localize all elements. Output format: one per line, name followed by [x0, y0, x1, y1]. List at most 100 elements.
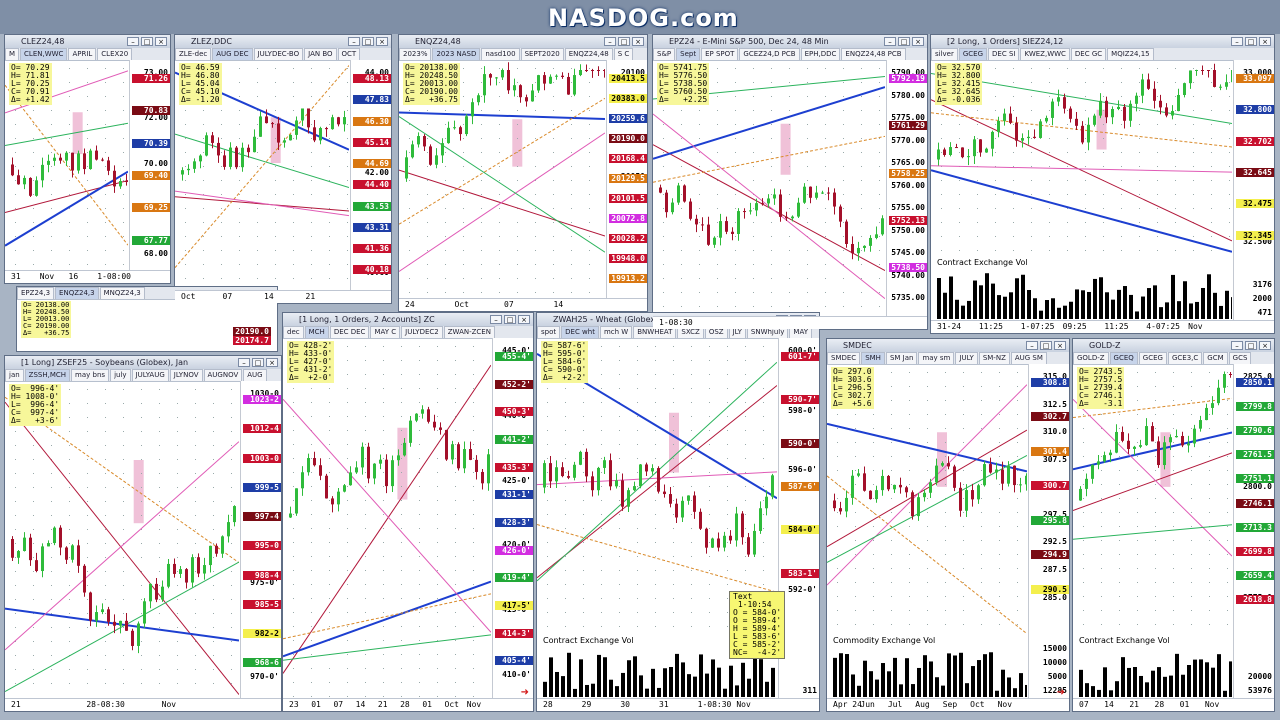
close-button[interactable]: × — [912, 37, 924, 46]
grid-dot — [681, 180, 682, 181]
chart-window-wheat[interactable]: ZWAH25 - Wheat (Globex), Mar 25, 48 Min–… — [536, 312, 820, 712]
close-button[interactable]: × — [1054, 341, 1066, 350]
maximize-button[interactable]: □ — [1245, 341, 1257, 350]
minimize-button[interactable]: – — [238, 358, 250, 367]
time-axis[interactable]: 23 01 07 14 21 28 01 Oct Nov — [283, 698, 533, 711]
chart-window-crude-oil[interactable]: CLEZ24,48– □ × M CLEN,WWC APRIL CLEX20 O= 70.29… — [4, 34, 171, 284]
scroll-right-arrow[interactable]: ➜ — [1057, 687, 1065, 698]
maximize-button[interactable]: □ — [618, 37, 630, 46]
grid-dot — [1193, 82, 1194, 83]
price-scale[interactable]: 20100200502000020413.520383.020259.62019… — [606, 60, 647, 299]
grid-dot — [565, 584, 566, 585]
close-button[interactable]: × — [155, 37, 167, 46]
chart-window-corn[interactable]: [1 Long, 1 Orders, 2 Accounts] ZC – □ × dec M… — [282, 312, 534, 712]
close-button[interactable]: × — [518, 315, 530, 324]
grid-dot — [1211, 208, 1212, 209]
grid-dot — [981, 386, 982, 387]
grid-dot — [1173, 526, 1174, 527]
minimize-button[interactable]: – — [490, 315, 502, 324]
price-scale[interactable]: 2825.02800.02775.02850.12799.82790.62761… — [1233, 364, 1274, 699]
grid-dot — [1049, 138, 1050, 139]
mini-tab-1[interactable]: ENQZ24,3 — [55, 287, 99, 299]
time-axis[interactable]: 31-24 11:25 1-07:25 09:25 11:25 4-07:25 Nov — [931, 320, 1274, 333]
grid-dot — [409, 152, 410, 153]
price-scale[interactable]: 445-0'440-0'425-0'420-0'415-0'410-0'455-… — [492, 338, 533, 699]
price-scale[interactable]: 73.0072.0070.0069.0068.0071.2670.8370.39… — [129, 60, 170, 271]
grid-dot — [941, 222, 942, 223]
grid-dot — [807, 166, 808, 167]
time-axis[interactable]: 31 Nov 16 1-08:00 — [5, 270, 170, 283]
grid-dot — [87, 180, 88, 181]
time-axis[interactable]: Apr 24 Jun Jul Aug Sep Oct Nov — [827, 698, 1069, 711]
minimize-button[interactable]: – — [127, 37, 139, 46]
mini-tab-2[interactable]: MNQZ24,3 — [99, 287, 145, 299]
price-scale[interactable]: 44.0042.0040.6048.1347.8346.3045.1444.69… — [350, 60, 391, 291]
chart-window-gold[interactable]: GOLD-Z – □ × GOLD-Z GCEQ GCEG GCE3,C GCM GCS O= 27… — [1072, 338, 1275, 712]
grid-dot — [311, 152, 312, 153]
close-button[interactable]: × — [376, 37, 388, 46]
grid-dot — [15, 501, 16, 502]
time-axis[interactable]: 1-08:30 — [653, 316, 927, 329]
chart-window-soymeal[interactable]: SMDEC – □ × SMDEC SMH SM Jan may sm JULY SM-NZ AUG… — [826, 338, 1070, 712]
maximize-button[interactable]: □ — [362, 37, 374, 46]
grid-dot — [963, 498, 964, 499]
grid-dot — [51, 557, 52, 558]
grid-dot — [87, 627, 88, 628]
time-axis[interactable]: 07 14 21 28 01 Nov — [1073, 698, 1274, 711]
grid-dot — [637, 444, 638, 445]
grid-dot — [15, 585, 16, 586]
grid-dot — [727, 402, 728, 403]
time-axis[interactable]: 21 28-08:30 Nov — [5, 698, 281, 711]
grid-dot — [1229, 82, 1230, 83]
grid-dot — [1031, 236, 1032, 237]
time-axis[interactable]: 24 Oct 07 14 — [399, 298, 647, 311]
chart-window-sp500[interactable]: EPZ24 - E-Mini S&P 500, Dec 24, 48 Min – □… — [652, 34, 928, 330]
maximize-button[interactable]: □ — [141, 37, 153, 46]
grid-dot — [963, 596, 964, 597]
grid-dot — [995, 222, 996, 223]
candle-body — [277, 123, 280, 143]
minimize-button[interactable]: – — [1026, 341, 1038, 350]
minimize-button[interactable]: – — [604, 37, 616, 46]
candle-body — [579, 451, 582, 465]
grid-dot — [87, 599, 88, 600]
grid-dot — [1085, 166, 1086, 167]
minimize-button[interactable]: – — [1231, 341, 1243, 350]
minimize-button[interactable]: – — [1231, 37, 1243, 46]
close-button[interactable]: × — [632, 37, 644, 46]
price-plot[interactable] — [283, 338, 493, 697]
candle-body — [89, 592, 92, 621]
close-button[interactable]: × — [1259, 37, 1271, 46]
chart-window-nasdaq[interactable]: ENQZ24,48– □ × 2023% 2023 NASD nasd100 SEPT202… — [398, 34, 648, 312]
minimize-button[interactable]: – — [348, 37, 360, 46]
grid-dot — [553, 180, 554, 181]
grid-dot — [1209, 596, 1210, 597]
maximize-button[interactable]: □ — [898, 37, 910, 46]
time-axis[interactable]: Oct 07 14 21 — [175, 290, 391, 303]
candle-body — [1009, 113, 1012, 123]
scroll-right-arrow[interactable]: ➜ — [521, 687, 529, 698]
maximize-button[interactable]: □ — [504, 315, 516, 324]
chart-window-silver[interactable]: [2 Long, 1 Orders] SIEZ24,12– □ × silver GCE… — [930, 34, 1275, 334]
mini-tab-0[interactable]: EPZ24,3 — [17, 287, 55, 299]
minimize-button[interactable]: – — [884, 37, 896, 46]
grid-dot — [999, 554, 1000, 555]
maximize-button[interactable]: □ — [252, 358, 264, 367]
maximize-button[interactable]: □ — [1245, 37, 1257, 46]
grid-dot — [825, 236, 826, 237]
price-scale[interactable]: 5790.00 5780.00 5775.00 5770.00 5765.00 5760.… — [886, 60, 927, 317]
close-button[interactable]: × — [1259, 341, 1271, 350]
grid-dot — [195, 459, 196, 460]
grid-dot — [1155, 456, 1156, 457]
grid-dot — [589, 208, 590, 209]
maximize-button[interactable]: □ — [1040, 341, 1052, 350]
grid-dot — [105, 389, 106, 390]
time-axis[interactable]: 28 29 30 31 1-08:30 Nov — [537, 698, 819, 711]
chart-window-soybeans[interactable]: [1 Long] ZSEF25 - Soybeans (Globex), Jan… — [4, 355, 282, 712]
chart-window-soybean-oil[interactable]: ZLEZ,DDC – □ × ZLE-dec AUG DEC JULYDEC-BO JAN B… — [174, 34, 392, 304]
volume-bar — [1121, 657, 1125, 697]
close-button[interactable]: × — [266, 358, 278, 367]
grid-dot — [837, 470, 838, 471]
price-scale[interactable]: 1030-0980-0'975-0'970-0'1023-21012-41003… — [240, 381, 281, 699]
price-plot[interactable] — [5, 381, 241, 697]
